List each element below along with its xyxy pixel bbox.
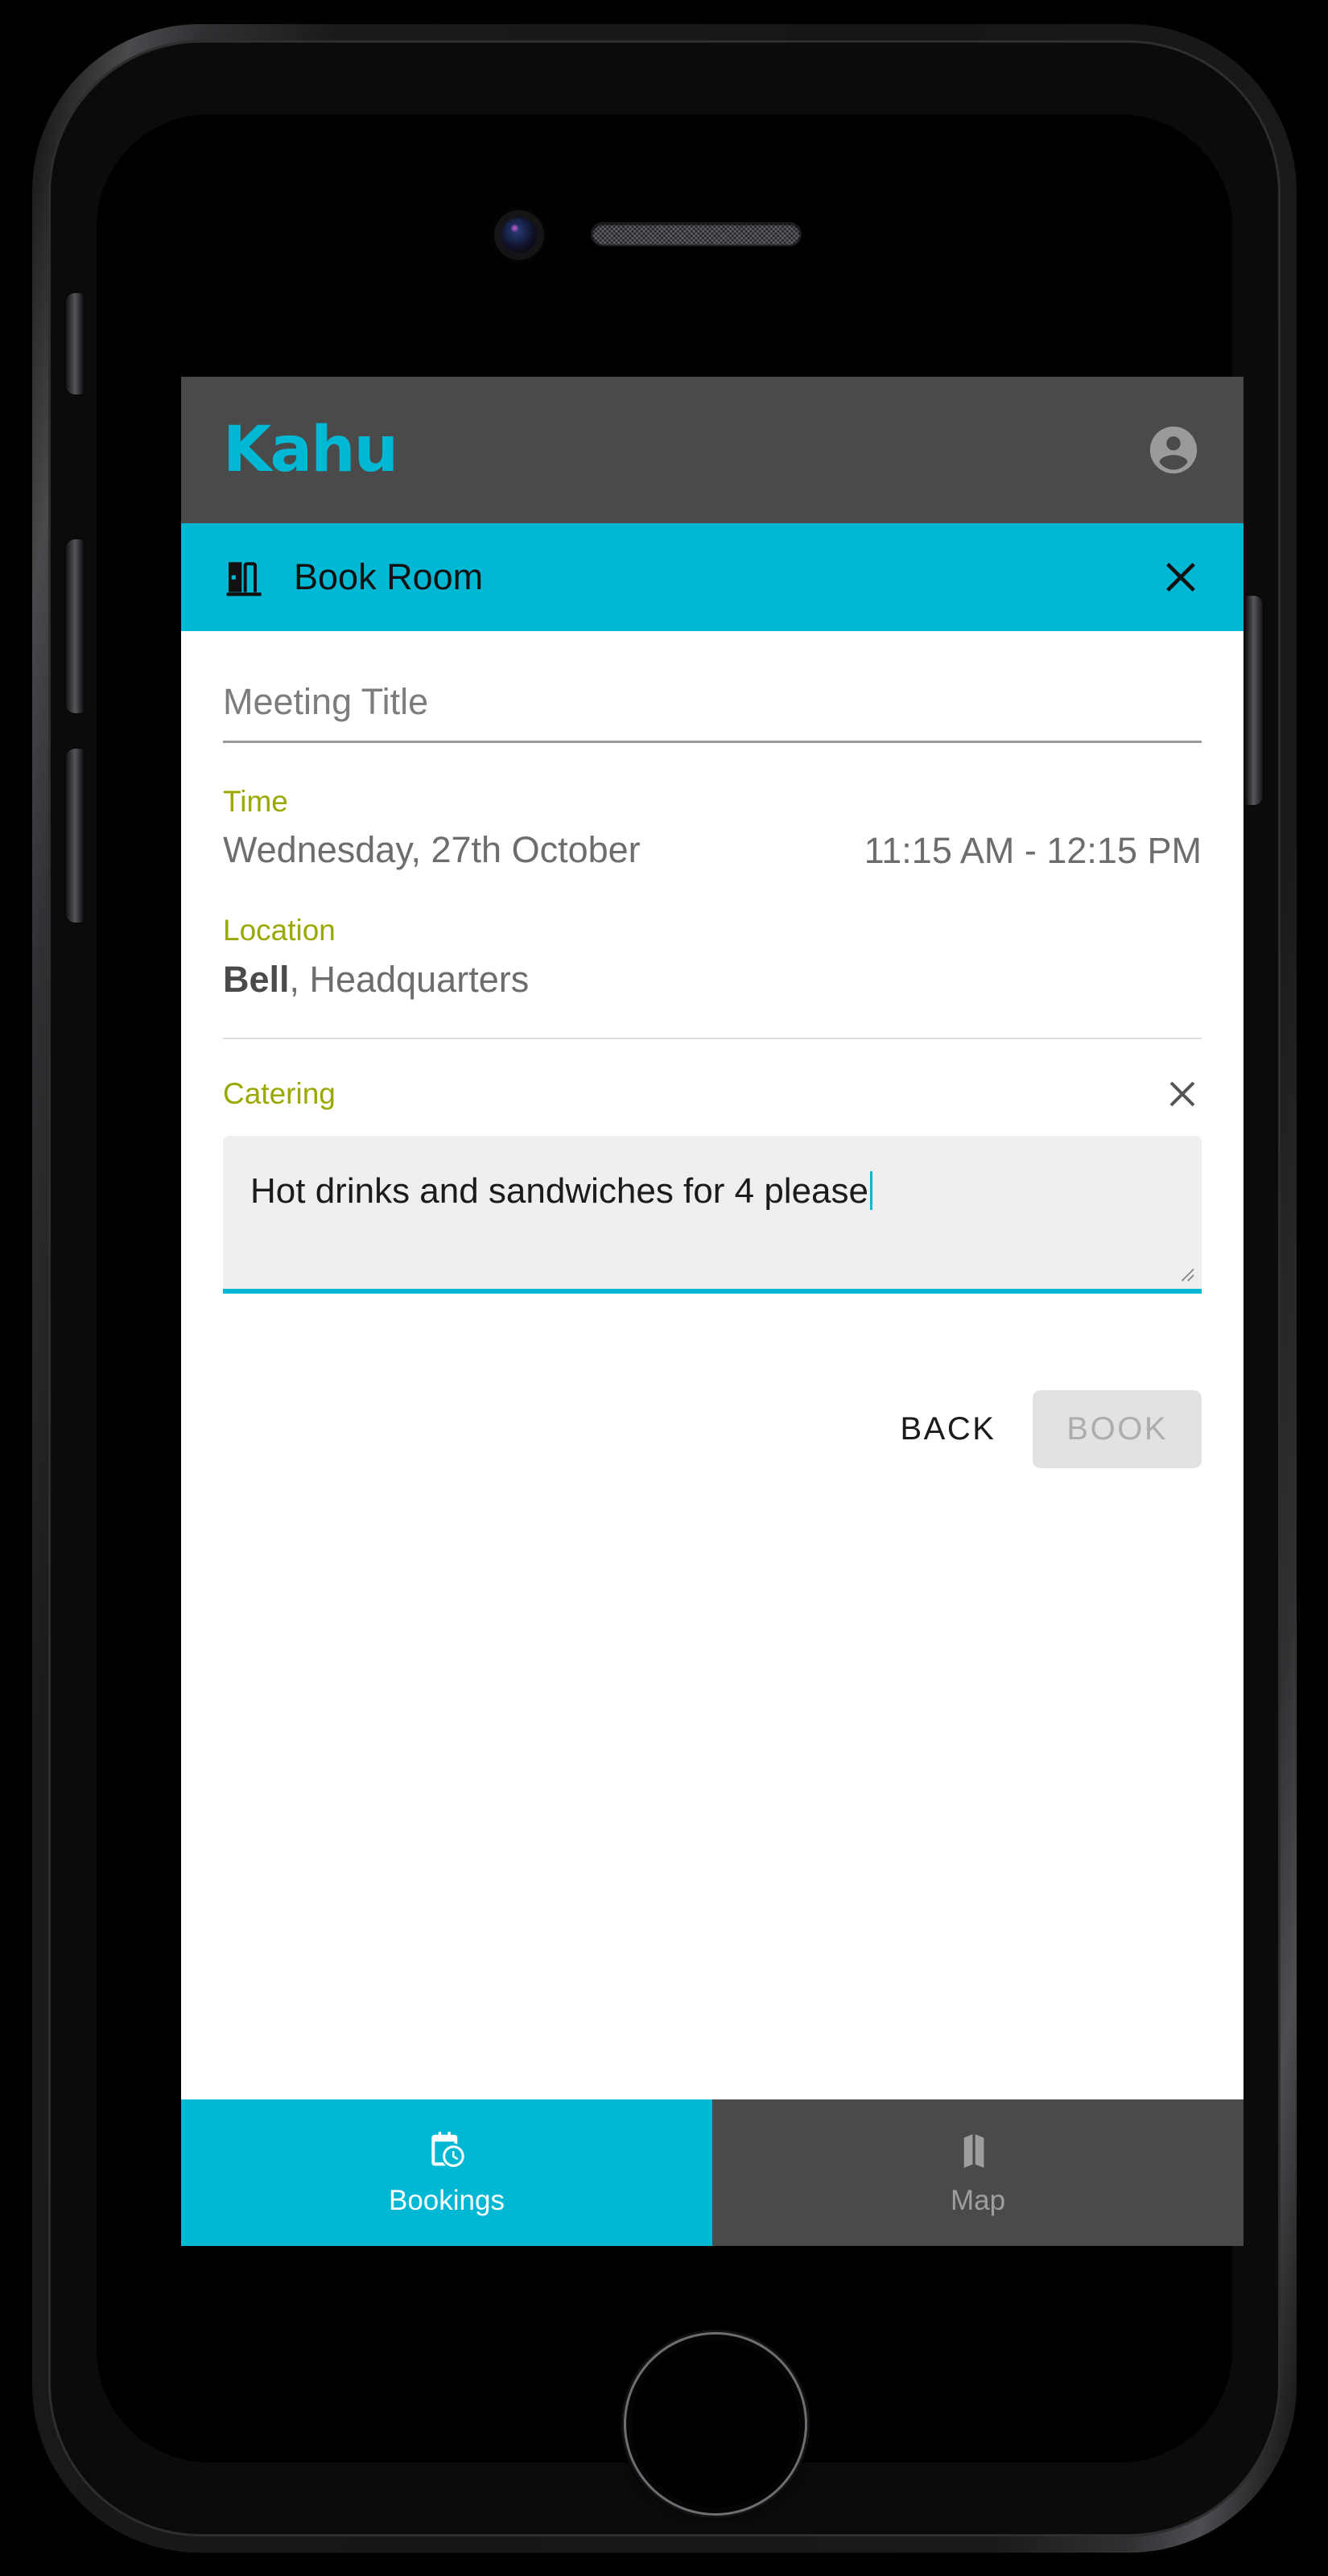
catering-header: Catering <box>223 1075 1202 1113</box>
front-camera <box>501 217 537 253</box>
meeting-room-door-icon <box>223 555 268 600</box>
time-range: 11:15 AM - 12:15 PM <box>864 830 1202 871</box>
back-button[interactable]: BACK <box>872 1390 1023 1468</box>
form-actions: BACK BOOK <box>223 1390 1202 1468</box>
volume-down-button[interactable] <box>66 749 84 923</box>
kahu-logo: Kahu <box>223 414 398 486</box>
account-circle-icon[interactable] <box>1145 422 1202 478</box>
time-date: Wednesday, 27th October <box>223 829 641 870</box>
catering-textarea-value: Hot drinks and sandwiches for 4 please <box>250 1171 868 1211</box>
nav-item-bookings[interactable]: Bookings <box>181 2099 712 2246</box>
mute-switch[interactable] <box>66 293 84 394</box>
app-header: Kahu <box>181 377 1243 523</box>
meeting-title-placeholder: Meeting Title <box>223 681 429 722</box>
nav-label-map: Map <box>950 2185 1006 2216</box>
phone-bezel: Kahu Book Room Meeting Title Time Wednes… <box>48 40 1281 2537</box>
bottom-navigation: Bookings Map <box>181 2099 1243 2246</box>
booking-form: Meeting Title Time Wednesday, 27th Octob… <box>181 631 1243 1468</box>
location-label: Location <box>223 914 336 947</box>
time-row: Wednesday, 27th October 11:15 AM - 12:15… <box>223 829 1202 872</box>
meeting-title-field[interactable]: Meeting Title <box>223 631 1202 743</box>
catering-textarea-value-wrap: Hot drinks and sandwiches for 4 please <box>250 1171 872 1212</box>
folded-map-icon <box>955 2128 1000 2174</box>
calendar-clock-icon <box>424 2128 469 2174</box>
location-building: Headquarters <box>309 959 530 1000</box>
titlebar-title: Book Room <box>294 556 484 597</box>
location-separator: , <box>289 959 310 1000</box>
meeting-title-underline <box>223 741 1202 743</box>
volume-up-button[interactable] <box>66 539 84 713</box>
close-x-icon[interactable] <box>1160 556 1202 598</box>
location-value: Bell, Headquarters <box>223 959 1202 1001</box>
catering-remove-x-icon[interactable] <box>1163 1075 1202 1113</box>
book-button[interactable]: BOOK <box>1033 1390 1202 1468</box>
time-label: Time <box>223 785 288 818</box>
nav-item-map[interactable]: Map <box>712 2099 1243 2246</box>
catering-label: Catering <box>223 1077 336 1110</box>
earpiece-speaker <box>592 224 800 245</box>
home-button[interactable] <box>626 2334 805 2513</box>
screenshot-stage: Kahu Book Room Meeting Title Time Wednes… <box>0 0 1328 2576</box>
app-screen: Kahu Book Room Meeting Title Time Wednes… <box>181 377 1243 2246</box>
book-room-titlebar: Book Room <box>181 523 1243 631</box>
nav-label-bookings: Bookings <box>389 2185 505 2216</box>
phone-device: Kahu Book Room Meeting Title Time Wednes… <box>31 23 1298 2554</box>
section-divider <box>223 1038 1202 1039</box>
location-room: Bell <box>223 959 290 1000</box>
titlebar-left: Book Room <box>223 555 483 600</box>
catering-textarea[interactable]: Hot drinks and sandwiches for 4 please <box>223 1136 1202 1294</box>
text-caret <box>869 1171 872 1210</box>
resize-grip-icon[interactable] <box>1177 1265 1195 1282</box>
power-button[interactable] <box>1245 596 1263 805</box>
